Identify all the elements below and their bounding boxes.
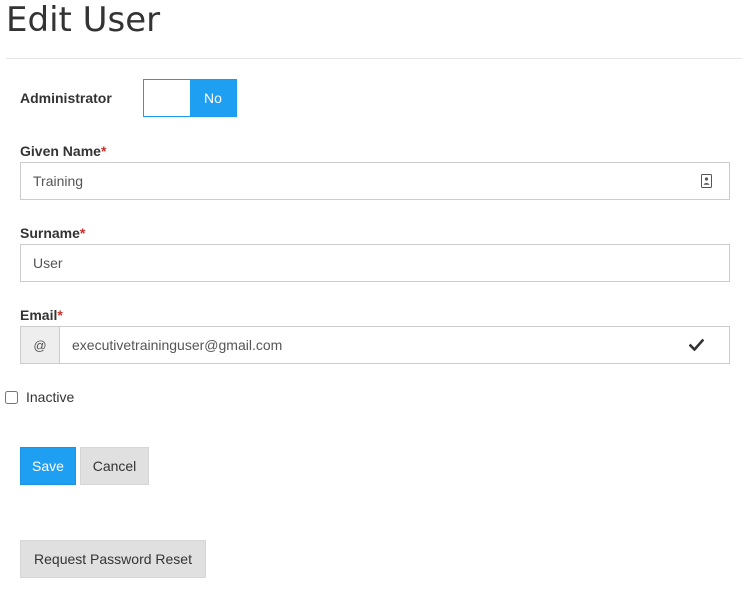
inactive-checkbox[interactable] xyxy=(5,390,18,404)
required-marker: * xyxy=(57,307,63,323)
administrator-label: Administrator xyxy=(20,90,112,106)
checkmark-icon xyxy=(681,327,711,363)
surname-field: Surname* xyxy=(20,223,730,282)
toggle-knob[interactable]: No xyxy=(190,80,236,116)
email-label: Email* xyxy=(20,305,730,325)
surname-label: Surname* xyxy=(20,223,730,243)
cancel-button[interactable]: Cancel xyxy=(80,447,149,485)
toggle-track[interactable] xyxy=(144,80,190,116)
required-marker: * xyxy=(100,143,107,159)
given-name-label-text: Given Name xyxy=(20,143,101,159)
email-field: Email* @ xyxy=(20,305,730,364)
given-name-input-box xyxy=(20,162,730,200)
given-name-input[interactable] xyxy=(21,163,693,199)
email-input-box: @ xyxy=(20,326,730,364)
contact-card-icon[interactable] xyxy=(693,163,719,199)
given-name-label: Given Name* xyxy=(20,141,730,161)
header-divider xyxy=(6,58,742,59)
inactive-label: Inactive xyxy=(26,389,75,405)
surname-input[interactable] xyxy=(21,245,729,281)
given-name-field: Given Name* xyxy=(20,141,730,200)
surname-label-text: Surname xyxy=(20,225,80,241)
inactive-row[interactable]: Inactive xyxy=(5,387,74,407)
administrator-toggle[interactable]: No xyxy=(143,79,237,117)
surname-input-box xyxy=(20,244,730,282)
request-password-reset-button[interactable]: Request Password Reset xyxy=(20,540,206,578)
at-sign-addon: @ xyxy=(21,327,60,363)
page-title: Edit User xyxy=(6,0,161,40)
administrator-row: Administrator No xyxy=(20,79,237,117)
save-button[interactable]: Save xyxy=(20,447,76,485)
email-input[interactable] xyxy=(60,327,681,363)
email-label-text: Email xyxy=(20,307,58,323)
required-marker: * xyxy=(79,225,86,241)
